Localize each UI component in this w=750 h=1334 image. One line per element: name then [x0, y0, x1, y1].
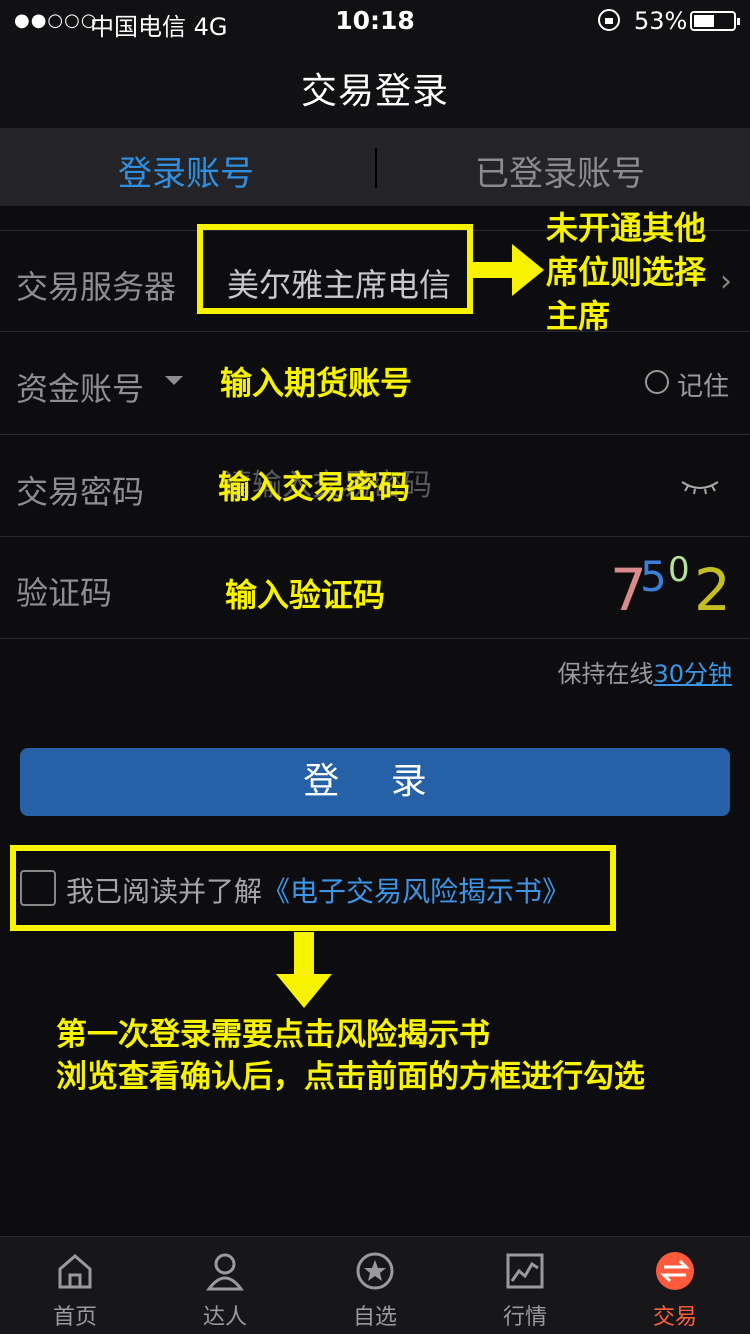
password-label: 交易密码 — [16, 473, 145, 511]
tabbar-label: 达人 — [202, 1305, 247, 1330]
status-bar: ●●○○○ 中国电信 4G 10:18 53% — [0, 0, 750, 41]
annotation-box-server — [197, 224, 473, 314]
annotation-fund-account: 输入期货账号 — [220, 364, 413, 402]
tab-login-account[interactable]: 登录账号 — [118, 146, 254, 195]
annotation-arrow-down-icon — [276, 932, 332, 1008]
keep-online-label: 保持在线 — [557, 660, 654, 688]
annotation-line: 未开通其他 — [546, 209, 707, 247]
annotation-captcha: 输入验证码 — [225, 576, 386, 614]
annotation-line: 第一次登录需要点击风险揭示书 — [56, 1017, 490, 1053]
nav-bar: 交易登录 — [0, 40, 750, 128]
captcha-label: 验证码 — [16, 574, 113, 612]
captcha-digit: 2 — [694, 556, 731, 624]
account-tabs: 登录账号 已登录账号 — [0, 128, 750, 206]
person-icon — [206, 1253, 244, 1291]
login-button[interactable]: 登 录 — [20, 748, 730, 816]
battery-level — [694, 15, 714, 27]
divider — [0, 638, 750, 639]
bottom-tab-bar: 首页 达人 自选 行情 交易 — [0, 1236, 750, 1334]
divider — [0, 536, 750, 537]
tabbar-item-home[interactable]: 首页 — [0, 1237, 150, 1334]
annotation-line: 席位则选择 — [546, 253, 707, 291]
annotation-password: 输入交易密码 — [218, 468, 411, 506]
annotation-line: 浏览查看确认后，点击前面的方框进行勾选 — [56, 1059, 645, 1095]
keep-online-hint: 保持在线30分钟 — [557, 654, 732, 689]
captcha-digit: 5 — [640, 552, 667, 601]
tabbar-item-trade[interactable]: 交易 — [600, 1237, 750, 1334]
star-icon — [356, 1252, 394, 1290]
trade-icon — [656, 1252, 694, 1290]
page-title: 交易登录 — [300, 71, 449, 112]
caret-down-icon[interactable] — [165, 376, 183, 385]
fund-account-label: 资金账号 — [16, 370, 145, 408]
tabbar-item-watchlist[interactable]: 自选 — [300, 1237, 450, 1334]
captcha-image[interactable]: 7 5 0 2 — [610, 550, 740, 624]
captcha-digit: 0 — [668, 550, 690, 590]
tabbar-item-experts[interactable]: 达人 — [150, 1237, 300, 1334]
server-label: 交易服务器 — [16, 268, 177, 306]
annotation-arrow-right-icon — [470, 244, 544, 296]
remember-label: 记住 — [677, 372, 730, 402]
remember-radio[interactable] — [645, 370, 669, 394]
tab-divider — [375, 148, 377, 188]
battery-icon — [690, 11, 740, 31]
annotation-agreement-note: 第一次登录需要点击风险揭示书 浏览查看确认后，点击前面的方框进行勾选 — [56, 1014, 645, 1098]
eye-closed-icon[interactable] — [680, 476, 720, 496]
tab-logged-accounts[interactable]: 已登录账号 — [475, 146, 645, 195]
home-icon — [58, 1254, 92, 1289]
annotation-box-agreement — [10, 845, 616, 931]
annotation-server-note: 未开通其他 席位则选择 主席 — [546, 206, 706, 338]
rotation-lock-icon — [598, 9, 620, 31]
tabbar-label: 首页 — [52, 1305, 97, 1330]
divider — [0, 434, 750, 435]
tabbar-label: 行情 — [502, 1305, 547, 1330]
battery-percent: 53% — [634, 7, 688, 35]
tabbar-label: 自选 — [352, 1305, 397, 1330]
chevron-right-icon[interactable]: › — [720, 264, 732, 299]
chart-icon — [506, 1253, 544, 1289]
annotation-line: 主席 — [546, 297, 611, 335]
tabbar-label: 交易 — [652, 1305, 697, 1330]
tabbar-item-market[interactable]: 行情 — [450, 1237, 600, 1334]
keep-online-duration-link[interactable]: 30分钟 — [653, 660, 732, 688]
